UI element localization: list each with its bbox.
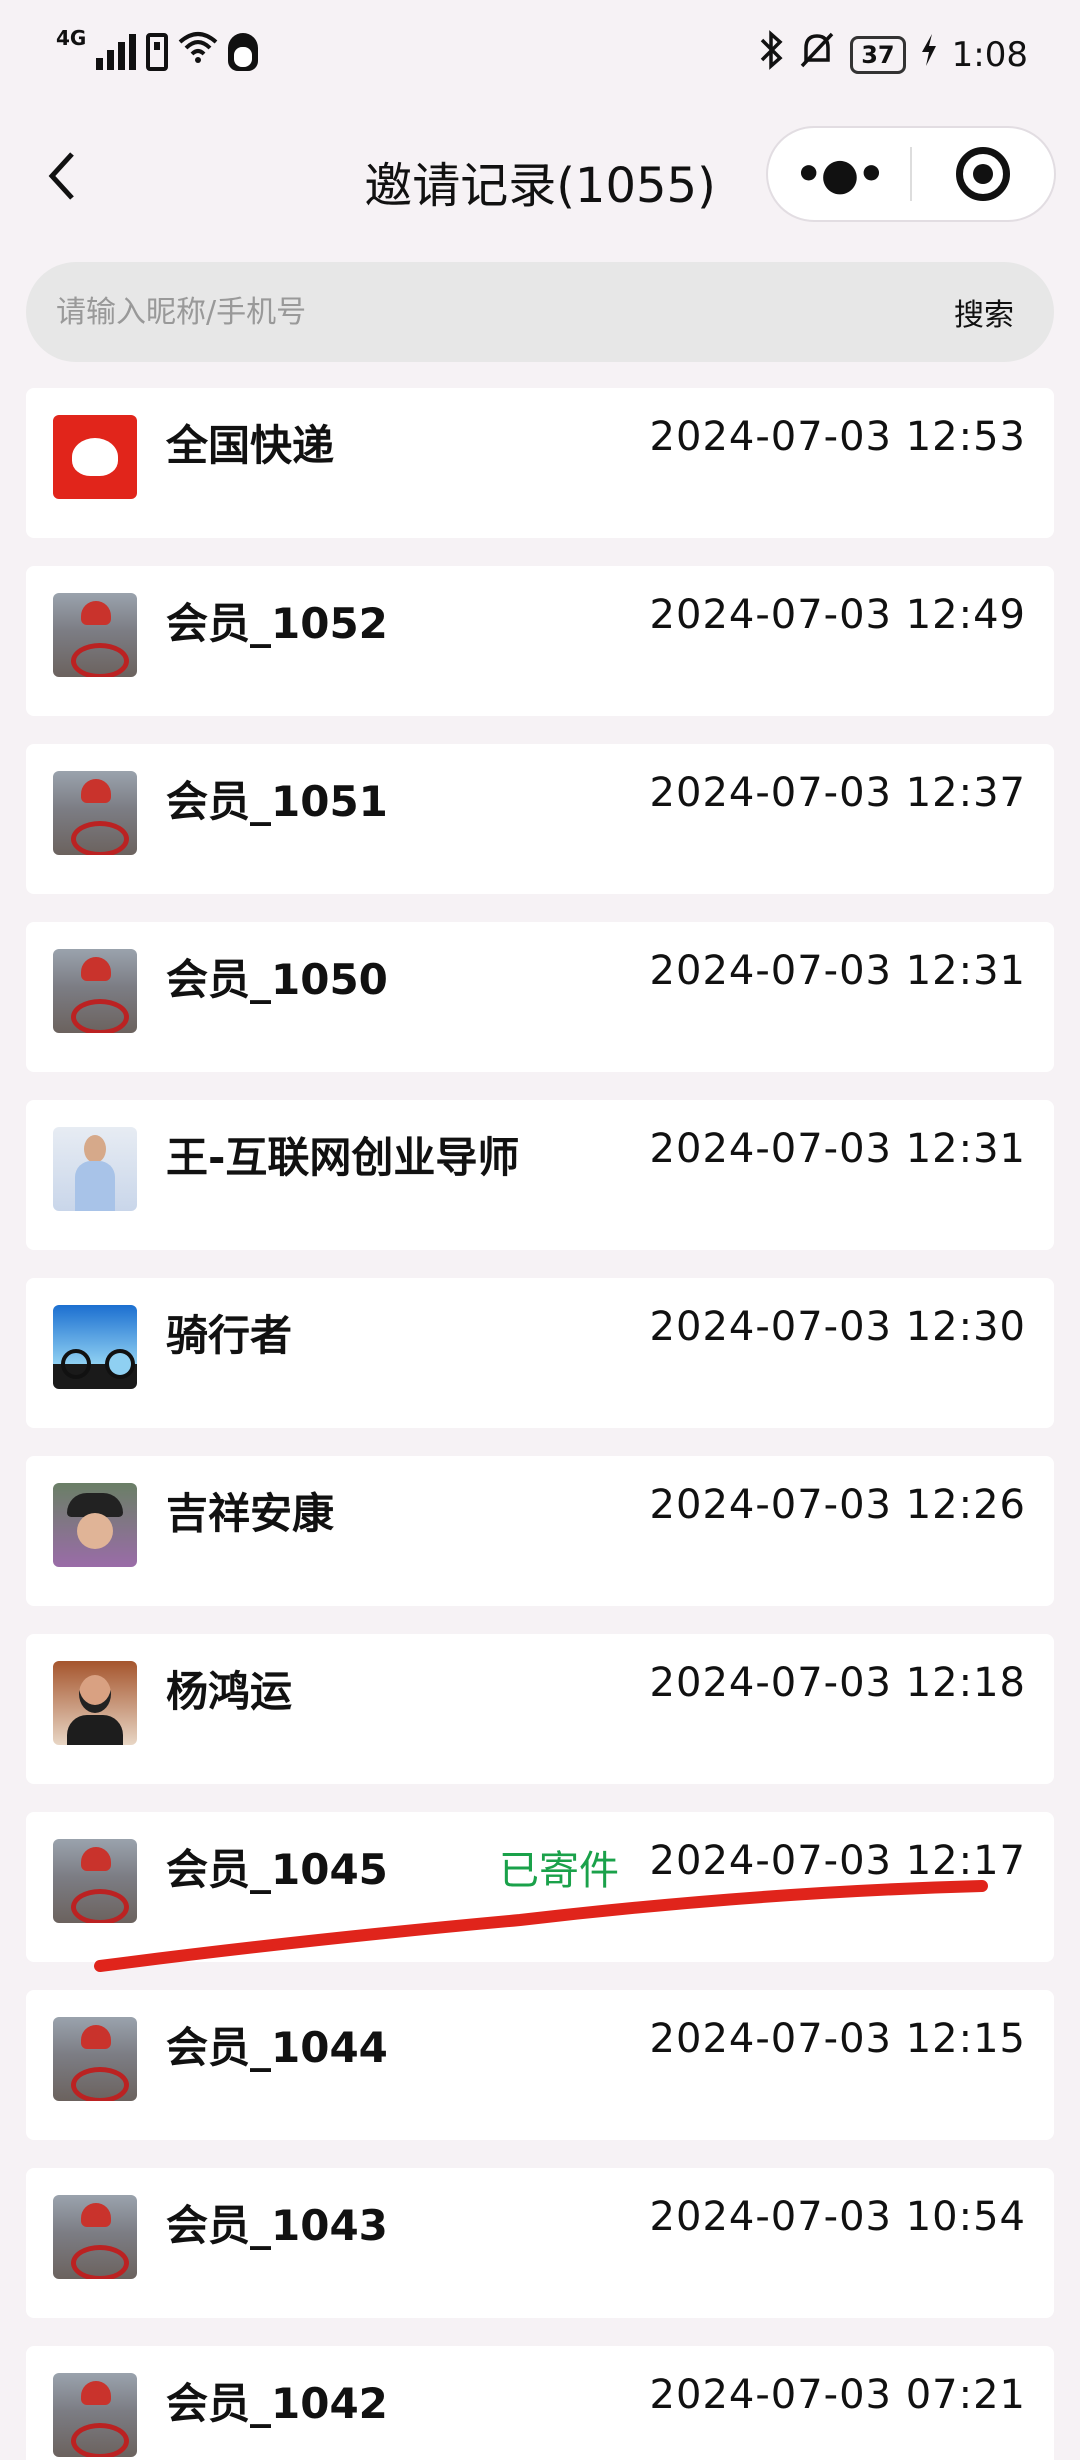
- list-item[interactable]: 会员_1044 2024-07-03 12:15: [26, 1990, 1054, 2140]
- avatar: [53, 2373, 137, 2457]
- invite-time: 2024-07-03 12:18: [649, 1660, 1026, 1706]
- search-button[interactable]: 搜索: [954, 290, 1014, 334]
- invite-time: 2024-07-03 12:49: [649, 592, 1026, 638]
- network-type-label: 4G: [56, 25, 87, 50]
- avatar: [53, 2195, 137, 2279]
- battery-indicator: 37: [850, 35, 906, 74]
- avatar: [53, 2017, 137, 2101]
- avatar: [53, 1839, 137, 1923]
- nav-bar: 邀请记录(1055) •●•: [0, 110, 1080, 240]
- target-circle-icon: [956, 147, 1010, 201]
- sim-card-icon: [146, 32, 169, 71]
- mute-bell-icon: [798, 30, 836, 79]
- invite-records-page: 4G 37 1:08 邀请记录(1055) •●• 请输入昵称/手机号 搜索 全…: [0, 0, 1080, 2460]
- search-input[interactable]: [56, 294, 954, 330]
- status-left: 4G: [56, 26, 259, 73]
- member-name: 吉祥安康: [166, 1489, 335, 1538]
- qq-penguin-icon: [228, 32, 259, 71]
- member-name: 王-互联网创业导师: [166, 1133, 520, 1182]
- wifi-icon: [178, 30, 218, 73]
- member-name: 会员_1050: [166, 955, 388, 1004]
- clock: 1:08: [951, 34, 1028, 75]
- bluetooth-icon: [758, 30, 784, 79]
- list-item[interactable]: 会员_1050 2024-07-03 12:31: [26, 922, 1054, 1072]
- avatar: [53, 1127, 137, 1211]
- status-bar: 4G 37 1:08: [0, 0, 1080, 110]
- avatar: [53, 415, 137, 499]
- invite-time: 2024-07-03 12:30: [649, 1304, 1026, 1350]
- invite-time: 2024-07-03 12:26: [649, 1482, 1026, 1528]
- charging-icon: [920, 32, 938, 77]
- mini-program-capsule: •●•: [766, 126, 1056, 222]
- search-bar: 搜索: [26, 262, 1054, 362]
- list-item[interactable]: 王-互联网创业导师 2024-07-03 12:31: [26, 1100, 1054, 1250]
- member-name: 杨鸿运: [166, 1667, 293, 1716]
- member-name: 会员_1045: [166, 1845, 388, 1894]
- invite-time: 2024-07-03 12:53: [649, 414, 1026, 460]
- list-item[interactable]: 吉祥安康 2024-07-03 12:26: [26, 1456, 1054, 1606]
- list-item[interactable]: 全国快递 2024-07-03 12:53: [26, 388, 1054, 538]
- avatar: [53, 1305, 137, 1389]
- member-name: 会员_1044: [166, 2023, 388, 2072]
- invite-time: 2024-07-03 10:54: [649, 2194, 1026, 2240]
- member-name: 会员_1051: [166, 777, 388, 826]
- invite-time: 2024-07-03 12:37: [649, 770, 1026, 816]
- member-name: 全国快递: [166, 421, 335, 470]
- member-name: 会员_1042: [166, 2379, 388, 2428]
- list-item[interactable]: 骑行者 2024-07-03 12:30: [26, 1278, 1054, 1428]
- more-dots-icon: •●•: [794, 148, 886, 200]
- invite-record-list: 全国快递 2024-07-03 12:53 会员_1052 2024-07-03…: [26, 388, 1054, 2460]
- signal-icon: [96, 33, 137, 70]
- avatar: [53, 593, 137, 677]
- list-item[interactable]: 会员_1052 2024-07-03 12:49: [26, 566, 1054, 716]
- member-name: 会员_1043: [166, 2201, 388, 2250]
- avatar: [53, 1483, 137, 1567]
- invite-time: 2024-07-03 12:17: [649, 1838, 1026, 1884]
- invite-time: 2024-07-03 12:31: [649, 948, 1026, 994]
- close-mini-program-button[interactable]: [912, 147, 1054, 201]
- shipped-status-tag: 已寄件: [499, 1848, 619, 1894]
- status-right: 37 1:08: [758, 30, 1028, 79]
- list-item[interactable]: 会员_1051 2024-07-03 12:37: [26, 744, 1054, 894]
- list-item[interactable]: 杨鸿运 2024-07-03 12:18: [26, 1634, 1054, 1784]
- avatar: [53, 949, 137, 1033]
- list-item[interactable]: 会员_1043 2024-07-03 10:54: [26, 2168, 1054, 2318]
- member-name: 会员_1052: [166, 599, 388, 648]
- more-options-button[interactable]: •●•: [768, 149, 910, 200]
- avatar: [53, 1661, 137, 1745]
- list-item[interactable]: 会员_1042 2024-07-03 07:21: [26, 2346, 1054, 2460]
- member-name: 骑行者: [166, 1311, 293, 1360]
- invite-time: 2024-07-03 12:15: [649, 2016, 1026, 2062]
- list-item[interactable]: 会员_1045 已寄件 2024-07-03 12:17: [26, 1812, 1054, 1962]
- avatar: [53, 771, 137, 855]
- invite-time: 2024-07-03 12:31: [649, 1126, 1026, 1172]
- invite-time: 2024-07-03 07:21: [649, 2372, 1026, 2418]
